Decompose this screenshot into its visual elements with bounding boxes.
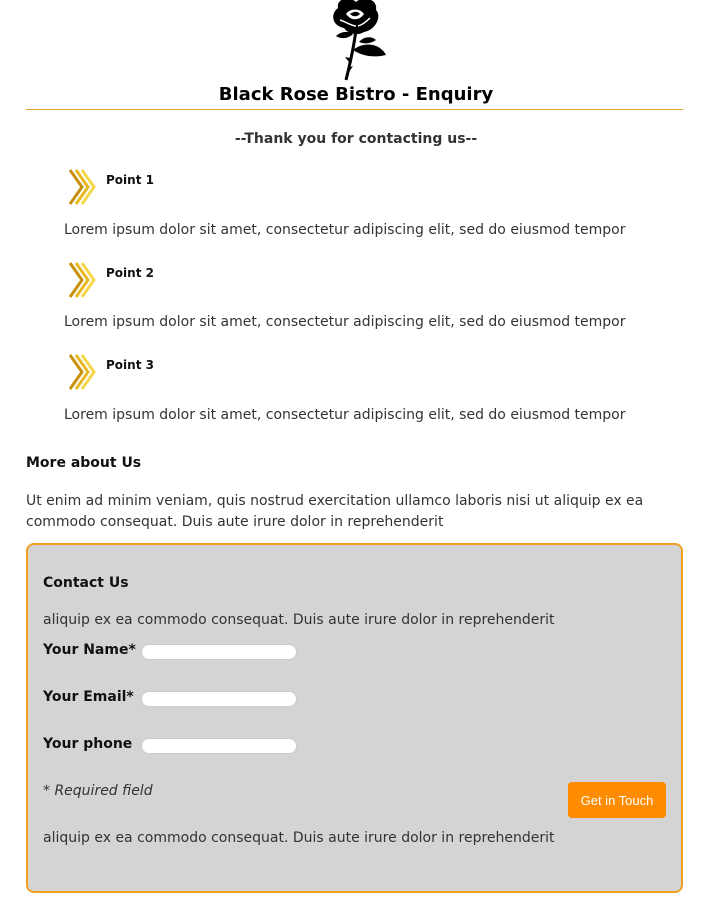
thank-you-message: --Thank you for contacting us--	[234, 131, 478, 147]
name-label: Your Name*	[43, 642, 136, 658]
contact-title: Contact Us	[43, 575, 129, 591]
point-3-header: Point 3	[68, 353, 154, 391]
about-title: More about Us	[26, 455, 142, 471]
contact-intro: aliquip ex ea commodo consequat. Duis au…	[43, 612, 555, 628]
name-field[interactable]	[141, 644, 297, 660]
about-text: Ut enim ad minim veniam, quis nostrud ex…	[26, 493, 644, 530]
point-text: Lorem ipsum dolor sit amet, consectetur …	[64, 407, 626, 423]
phone-field[interactable]	[141, 738, 297, 754]
contact-form: Contact Us aliquip ex ea commodo consequ…	[26, 543, 683, 893]
chevron-right-icon	[68, 262, 96, 298]
point-title: Point 3	[106, 358, 154, 372]
point-title: Point 2	[106, 266, 154, 280]
required-note: * Required field	[43, 783, 153, 799]
black-rose-icon	[333, 0, 386, 81]
email-label: Your Email*	[43, 689, 134, 705]
point-1-header: Point 1	[68, 168, 154, 206]
chevron-right-icon	[68, 169, 96, 205]
chevron-right-icon	[68, 354, 96, 390]
get-in-touch-button[interactable]: Get in Touch	[568, 782, 666, 818]
page-title: Black Rose Bistro - Enquiry	[218, 84, 494, 105]
point-title: Point 1	[106, 173, 154, 187]
title-divider	[26, 109, 683, 110]
contact-footer-text: aliquip ex ea commodo consequat. Duis au…	[43, 830, 555, 846]
point-text: Lorem ipsum dolor sit amet, consectetur …	[64, 314, 626, 330]
point-text: Lorem ipsum dolor sit amet, consectetur …	[64, 222, 626, 238]
point-2-header: Point 2	[68, 261, 154, 299]
email-field[interactable]	[141, 691, 297, 707]
phone-label: Your phone	[43, 736, 133, 752]
